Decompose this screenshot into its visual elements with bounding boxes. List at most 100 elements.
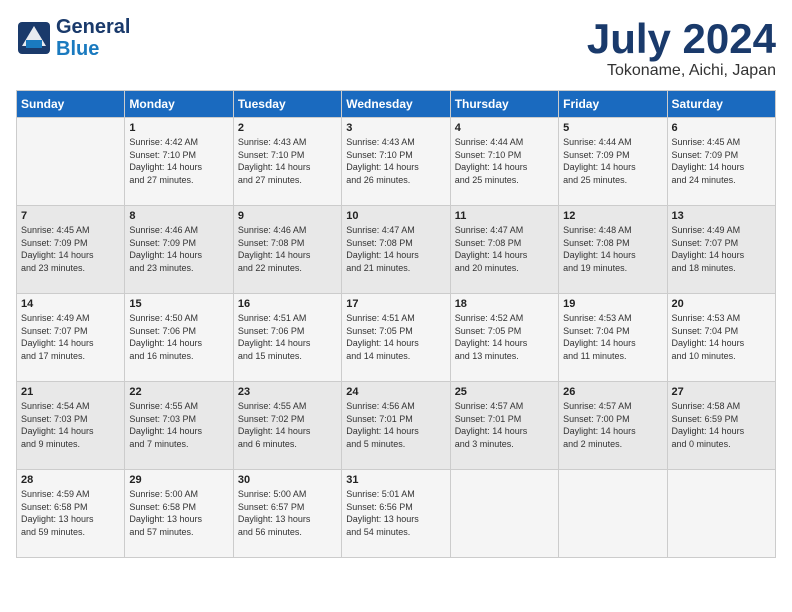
- calendar-week-row: 1Sunrise: 4:42 AM Sunset: 7:10 PM Daylig…: [17, 118, 776, 206]
- day-info: Sunrise: 4:47 AM Sunset: 7:08 PM Dayligh…: [346, 224, 445, 274]
- day-number: 8: [129, 210, 228, 222]
- day-number: 1: [129, 122, 228, 134]
- calendar-cell: 4 Sunrise: 4:44 AM Sunset: 7:10 PM Daylig…: [450, 118, 558, 206]
- calendar-cell: 1Sunrise: 4:42 AM Sunset: 7:10 PM Daylig…: [125, 118, 233, 206]
- day-info: Sunrise: 4:55 AM Sunset: 7:02 PM Dayligh…: [238, 400, 337, 450]
- day-info: Sunrise: 4:45 AM Sunset: 7:09 PM Dayligh…: [21, 224, 120, 274]
- calendar-cell: 2Sunrise: 4:43 AM Sunset: 7:10 PM Daylig…: [233, 118, 341, 206]
- day-number: 3: [346, 122, 445, 134]
- calendar-cell: 11 Sunrise: 4:47 AM Sunset: 7:08 PM Dayli…: [450, 206, 558, 294]
- day-number: 17: [346, 298, 445, 310]
- logo-name-line2: Blue: [56, 38, 130, 60]
- day-number: 5: [563, 122, 662, 134]
- day-info: Sunrise: 4:46 AM Sunset: 7:09 PM Dayligh…: [129, 224, 228, 274]
- calendar-cell: 8 Sunrise: 4:46 AM Sunset: 7:09 PM Daylig…: [125, 206, 233, 294]
- calendar-cell: 16 Sunrise: 4:51 AM Sunset: 7:06 PM Dayli…: [233, 294, 341, 382]
- logo-name-line1: General: [56, 16, 130, 38]
- calendar-cell: 21 Sunrise: 4:54 AM Sunset: 7:03 PM Dayli…: [17, 382, 125, 470]
- day-number: 28: [21, 474, 120, 486]
- weekday-header-thursday: Thursday: [450, 91, 558, 118]
- calendar-cell: 12 Sunrise: 4:48 AM Sunset: 7:08 PM Dayli…: [559, 206, 667, 294]
- calendar-cell: 10 Sunrise: 4:47 AM Sunset: 7:08 PM Dayli…: [342, 206, 450, 294]
- calendar-cell: 25Sunrise: 4:57 AM Sunset: 7:01 PM Dayli…: [450, 382, 558, 470]
- calendar-cell: 26 Sunrise: 4:57 AM Sunset: 7:00 PM Dayli…: [559, 382, 667, 470]
- calendar-cell: [559, 470, 667, 558]
- day-info: Sunrise: 4:59 AM Sunset: 6:58 PM Dayligh…: [21, 488, 120, 538]
- calendar-cell: 13 Sunrise: 4:49 AM Sunset: 7:07 PM Dayli…: [667, 206, 775, 294]
- weekday-header-monday: Monday: [125, 91, 233, 118]
- day-number: 12: [563, 210, 662, 222]
- page-header: General Blue July 2024 Tokoname, Aichi, …: [16, 16, 776, 80]
- logo-icon: [16, 20, 52, 56]
- day-number: 13: [672, 210, 771, 222]
- calendar-cell: [450, 470, 558, 558]
- day-number: 7: [21, 210, 120, 222]
- day-info: Sunrise: 5:00 AM Sunset: 6:57 PM Dayligh…: [238, 488, 337, 538]
- day-info: Sunrise: 4:57 AM Sunset: 7:01 PM Dayligh…: [455, 400, 554, 450]
- day-number: 11: [455, 210, 554, 222]
- day-number: 24: [346, 386, 445, 398]
- day-info: Sunrise: 4:54 AM Sunset: 7:03 PM Dayligh…: [21, 400, 120, 450]
- calendar-cell: [17, 118, 125, 206]
- calendar-cell: 9Sunrise: 4:46 AM Sunset: 7:08 PM Daylig…: [233, 206, 341, 294]
- calendar-cell: 28 Sunrise: 4:59 AM Sunset: 6:58 PM Dayli…: [17, 470, 125, 558]
- day-info: Sunrise: 4:58 AM Sunset: 6:59 PM Dayligh…: [672, 400, 771, 450]
- calendar-cell: 31 Sunrise: 5:01 AM Sunset: 6:56 PM Dayli…: [342, 470, 450, 558]
- calendar-header-row: SundayMondayTuesdayWednesdayThursdayFrid…: [17, 91, 776, 118]
- day-info: Sunrise: 4:46 AM Sunset: 7:08 PM Dayligh…: [238, 224, 337, 274]
- day-info: Sunrise: 4:48 AM Sunset: 7:08 PM Dayligh…: [563, 224, 662, 274]
- day-info: Sunrise: 4:53 AM Sunset: 7:04 PM Dayligh…: [563, 312, 662, 362]
- calendar-cell: 22 Sunrise: 4:55 AM Sunset: 7:03 PM Dayli…: [125, 382, 233, 470]
- day-info: Sunrise: 4:49 AM Sunset: 7:07 PM Dayligh…: [672, 224, 771, 274]
- calendar-week-row: 7 Sunrise: 4:45 AM Sunset: 7:09 PM Daylig…: [17, 206, 776, 294]
- logo: General Blue: [16, 16, 130, 60]
- day-number: 21: [21, 386, 120, 398]
- day-number: 27: [672, 386, 771, 398]
- day-info: Sunrise: 4:52 AM Sunset: 7:05 PM Dayligh…: [455, 312, 554, 362]
- day-info: Sunrise: 4:43 AM Sunset: 7:10 PM Dayligh…: [346, 136, 445, 186]
- location: Tokoname, Aichi, Japan: [587, 62, 776, 80]
- day-number: 31: [346, 474, 445, 486]
- month-title: July 2024: [587, 16, 776, 62]
- day-number: 22: [129, 386, 228, 398]
- day-info: Sunrise: 4:49 AM Sunset: 7:07 PM Dayligh…: [21, 312, 120, 362]
- calendar-cell: [667, 470, 775, 558]
- day-number: 18: [455, 298, 554, 310]
- calendar-cell: 30Sunrise: 5:00 AM Sunset: 6:57 PM Dayli…: [233, 470, 341, 558]
- weekday-header-friday: Friday: [559, 91, 667, 118]
- calendar-cell: 19 Sunrise: 4:53 AM Sunset: 7:04 PM Dayli…: [559, 294, 667, 382]
- day-number: 14: [21, 298, 120, 310]
- day-info: Sunrise: 4:44 AM Sunset: 7:10 PM Dayligh…: [455, 136, 554, 186]
- day-info: Sunrise: 4:51 AM Sunset: 7:06 PM Dayligh…: [238, 312, 337, 362]
- calendar-body: 1Sunrise: 4:42 AM Sunset: 7:10 PM Daylig…: [17, 118, 776, 558]
- day-info: Sunrise: 4:53 AM Sunset: 7:04 PM Dayligh…: [672, 312, 771, 362]
- calendar-cell: 14 Sunrise: 4:49 AM Sunset: 7:07 PM Dayli…: [17, 294, 125, 382]
- day-info: Sunrise: 4:47 AM Sunset: 7:08 PM Dayligh…: [455, 224, 554, 274]
- day-number: 19: [563, 298, 662, 310]
- day-info: Sunrise: 4:56 AM Sunset: 7:01 PM Dayligh…: [346, 400, 445, 450]
- day-info: Sunrise: 4:43 AM Sunset: 7:10 PM Dayligh…: [238, 136, 337, 186]
- day-number: 6: [672, 122, 771, 134]
- day-number: 20: [672, 298, 771, 310]
- day-info: Sunrise: 4:50 AM Sunset: 7:06 PM Dayligh…: [129, 312, 228, 362]
- weekday-header-wednesday: Wednesday: [342, 91, 450, 118]
- weekday-header-sunday: Sunday: [17, 91, 125, 118]
- calendar-cell: 7 Sunrise: 4:45 AM Sunset: 7:09 PM Daylig…: [17, 206, 125, 294]
- day-number: 23: [238, 386, 337, 398]
- day-number: 26: [563, 386, 662, 398]
- day-number: 4: [455, 122, 554, 134]
- calendar-week-row: 28 Sunrise: 4:59 AM Sunset: 6:58 PM Dayli…: [17, 470, 776, 558]
- day-info: Sunrise: 4:55 AM Sunset: 7:03 PM Dayligh…: [129, 400, 228, 450]
- day-info: Sunrise: 5:01 AM Sunset: 6:56 PM Dayligh…: [346, 488, 445, 538]
- weekday-header-tuesday: Tuesday: [233, 91, 341, 118]
- day-number: 16: [238, 298, 337, 310]
- calendar-cell: 15Sunrise: 4:50 AM Sunset: 7:06 PM Dayli…: [125, 294, 233, 382]
- calendar-cell: 24 Sunrise: 4:56 AM Sunset: 7:01 PM Dayli…: [342, 382, 450, 470]
- calendar-week-row: 21 Sunrise: 4:54 AM Sunset: 7:03 PM Dayli…: [17, 382, 776, 470]
- calendar-cell: 5Sunrise: 4:44 AM Sunset: 7:09 PM Daylig…: [559, 118, 667, 206]
- day-number: 29: [129, 474, 228, 486]
- calendar-cell: 18 Sunrise: 4:52 AM Sunset: 7:05 PM Dayli…: [450, 294, 558, 382]
- calendar-week-row: 14 Sunrise: 4:49 AM Sunset: 7:07 PM Dayli…: [17, 294, 776, 382]
- day-number: 10: [346, 210, 445, 222]
- day-info: Sunrise: 4:57 AM Sunset: 7:00 PM Dayligh…: [563, 400, 662, 450]
